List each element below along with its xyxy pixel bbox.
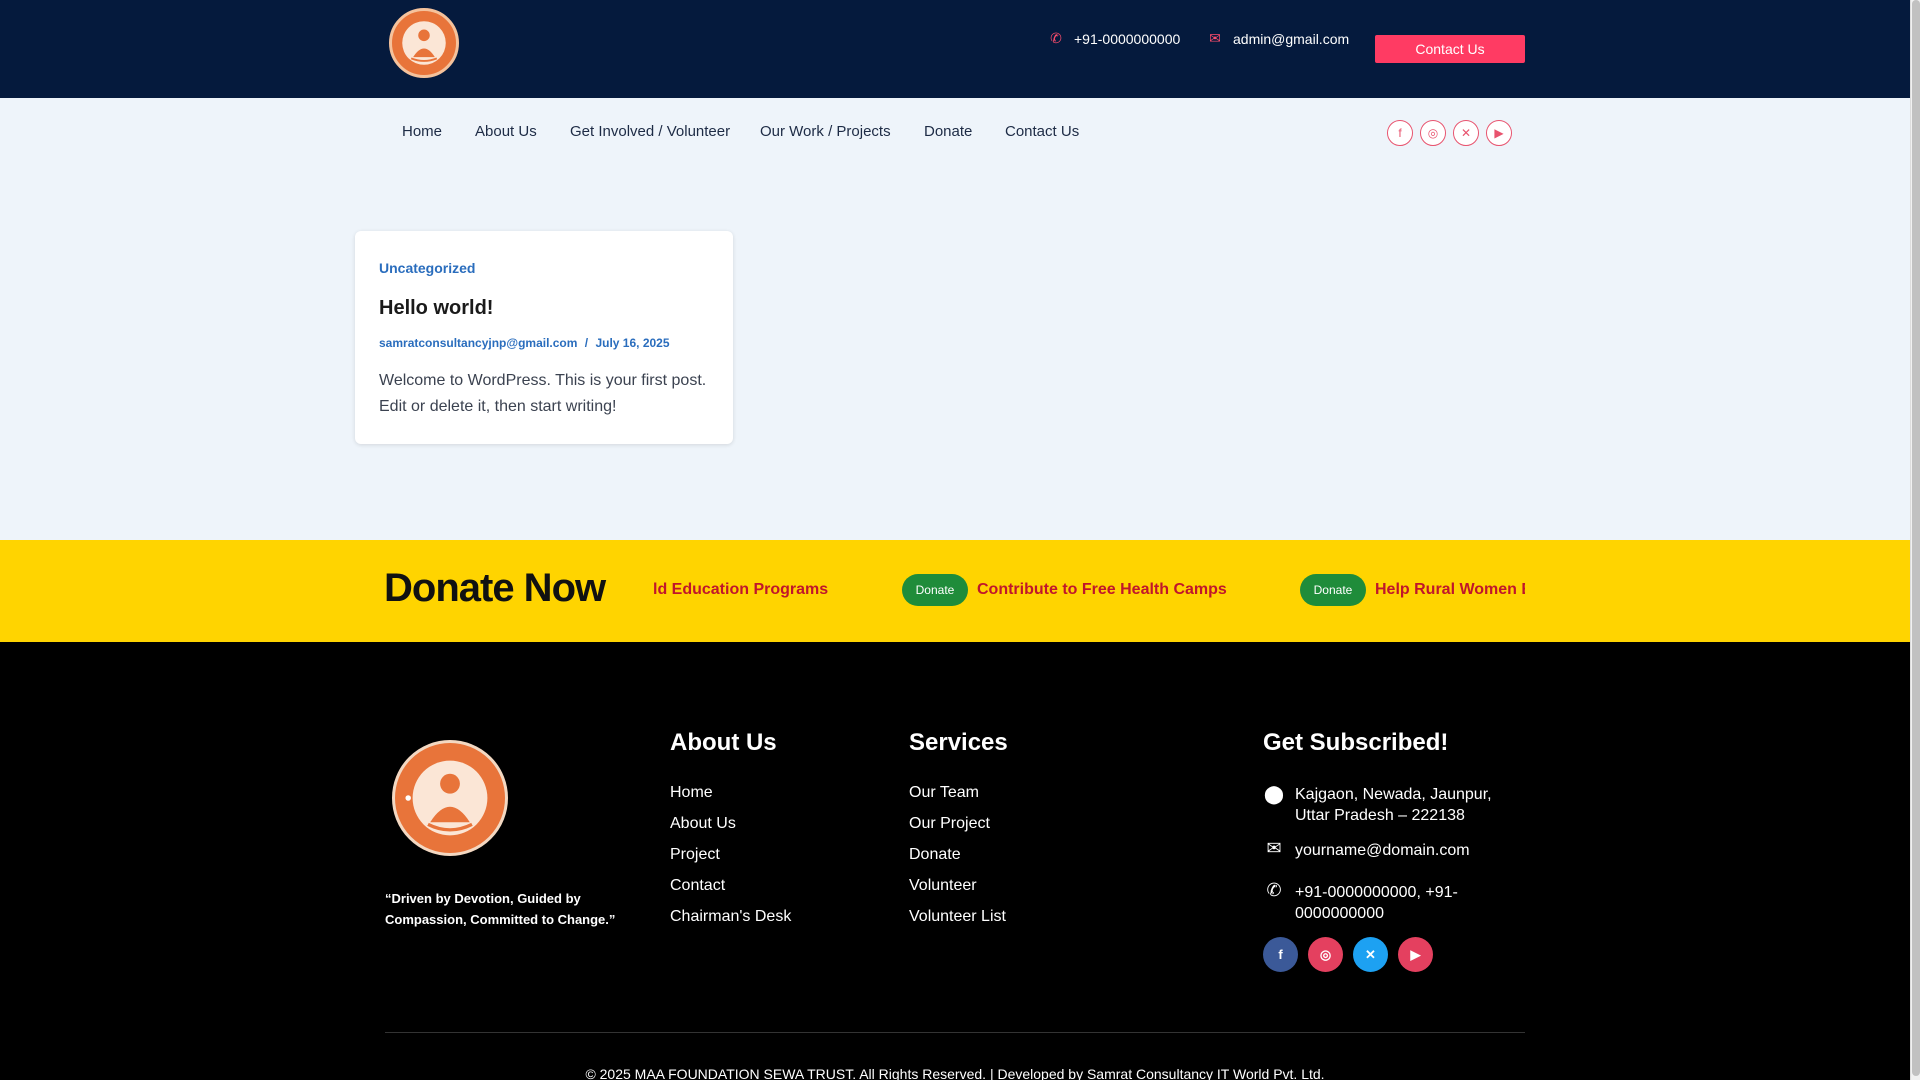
donate-strip: Donate Now ld Education Programs Donate … [0,540,1910,642]
footer-address: Kajgaon, Newada, Jaunpur, Uttar Pradesh … [1295,786,1492,824]
footer-social-links: f ◎ ✕ ▶ [1263,937,1433,972]
scrollbar-thumb[interactable] [1912,0,1920,1076]
header-phone[interactable]: ✆ +91-0000000000 [1048,30,1180,47]
footer-subscribe-heading: Get Subscribed! [1263,729,1449,756]
footer-link-about-us[interactable]: About Us [670,815,736,833]
nav-item-contact-us[interactable]: Contact Us [1005,123,1079,140]
nav-item-our-work[interactable]: Our Work / Projects [760,123,891,140]
footer-link-our-team[interactable]: Our Team [909,784,979,802]
footer-services-heading: Services [909,729,1008,756]
phone-icon: ✆ [1050,30,1062,46]
site-logo[interactable] [389,8,459,78]
nav-item-about-us[interactable]: About Us [475,123,537,140]
ticker-donate-badge[interactable]: Donate [1300,574,1366,606]
footer-link-contact[interactable]: Contact [670,877,725,895]
header-contact-button[interactable]: Contact Us [1375,35,1525,63]
footer-copyright: © 2025 MAA FOUNDATION SEWA TRUST. All Ri… [585,1066,1325,1080]
site-footer: “Driven by Devotion, Guided by Compassio… [0,642,1910,1080]
top-header-bar: ✆ +91-0000000000 ✉ admin@gmail.com Conta… [0,0,1910,98]
footer-about-heading: About Us [670,729,777,756]
post-date[interactable]: July 16, 2025 [595,336,669,350]
footer-link-our-project[interactable]: Our Project [909,815,990,833]
ticker-item-text[interactable]: Contribute to Free Health Camps [977,581,1227,599]
donate-now-title: Donate Now [384,566,606,610]
donate-ticker: ld Education Programs Donate Contribute … [653,540,1525,642]
youtube-icon[interactable]: ▶ [1486,120,1512,146]
instagram-icon[interactable]: ◎ [1308,937,1343,972]
ticker-item-text[interactable]: ld Education Programs [653,581,828,599]
post-excerpt: Welcome to WordPress. This is your first… [379,372,707,415]
post-category[interactable]: Uncategorized [379,260,475,276]
logo-emblem-icon [397,745,503,851]
x-icon[interactable]: ✕ [1453,120,1479,146]
ticker-item-text[interactable]: Help Rural Women E [1375,581,1525,599]
nav-item-get-involved[interactable]: Get Involved / Volunteer [570,123,730,140]
footer-link-volunteer-list[interactable]: Volunteer List [909,908,1006,926]
footer-phones[interactable]: +91-0000000000, +91-0000000000 [1295,882,1515,924]
page-scrollbar[interactable] [1910,0,1920,1080]
facebook-icon[interactable]: f [1387,120,1413,146]
footer-divider [385,1032,1525,1033]
map-pin-icon: ⬤ [1263,784,1285,804]
facebook-icon[interactable]: f [1263,937,1298,972]
footer-link-chairmans-desk[interactable]: Chairman's Desk [670,908,791,926]
post-author[interactable]: samratconsultancyjnp@gmail.com [379,336,577,350]
post-meta-separator: / [584,336,589,350]
footer-link-donate[interactable]: Donate [909,846,961,864]
envelope-icon: ✉ [1209,30,1221,46]
x-icon[interactable]: ✕ [1353,937,1388,972]
post-card: Uncategorized Hello world! samratconsult… [355,231,733,444]
phone-icon: ✆ [1266,880,1282,900]
footer-email[interactable]: yourname@domain.com [1295,840,1515,861]
nav-item-donate[interactable]: Donate [924,123,972,140]
header-email[interactable]: ✉ admin@gmail.com [1207,30,1349,47]
footer-link-volunteer[interactable]: Volunteer [909,877,977,895]
logo-emblem-icon [393,12,455,74]
instagram-icon[interactable]: ◎ [1420,120,1446,146]
header-phone-text: +91-0000000000 [1074,30,1181,47]
header-social-links: f ◎ ✕ ▶ [1387,120,1512,146]
youtube-icon[interactable]: ▶ [1398,937,1433,972]
nav-item-home[interactable]: Home [402,123,442,140]
footer-logo[interactable] [392,740,508,856]
header-email-text: admin@gmail.com [1233,30,1350,47]
post-meta: samratconsultancyjnp@gmail.com / July 16… [379,336,670,350]
ticker-donate-badge[interactable]: Donate [902,574,968,606]
envelope-icon: ✉ [1266,838,1282,858]
footer-link-project[interactable]: Project [670,846,720,864]
footer-tagline: “Driven by Devotion, Guided by Compassio… [385,891,616,927]
footer-link-home[interactable]: Home [670,784,713,802]
main-nav: Home About Us Get Involved / Volunteer O… [0,98,1910,166]
post-title[interactable]: Hello world! [379,297,493,320]
